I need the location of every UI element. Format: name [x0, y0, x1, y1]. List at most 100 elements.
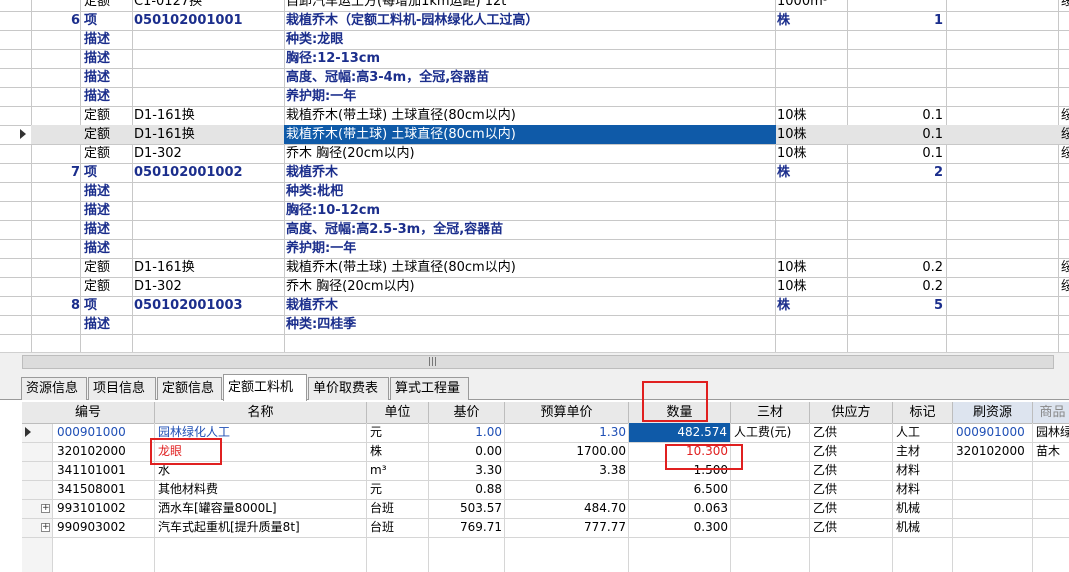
bill-cell-name[interactable]: 栽植乔木(带土球) 土球直径(80cm以内) [284, 125, 776, 144]
resource-cell-res[interactable] [956, 461, 1030, 480]
bill-cell-kind[interactable]: 定额 [84, 125, 130, 144]
bill-cell-kind[interactable]: 描述 [84, 239, 130, 258]
bill-cell-code[interactable] [134, 87, 282, 106]
bill-cell-edge[interactable]: 绥 [1061, 277, 1069, 296]
bill-cell-unit[interactable] [777, 182, 845, 201]
column-header-10[interactable]: 商品 [1033, 402, 1069, 424]
resource-cell-code[interactable]: 990903002 [57, 518, 154, 537]
bill-row[interactable]: 描述 种类:四桂季 [0, 315, 1069, 335]
bill-cell-qty[interactable] [849, 182, 943, 201]
resource-cell-base[interactable]: 0.88 [432, 480, 502, 499]
bill-cell-unit[interactable]: 株 [777, 163, 845, 182]
bill-cell-unit[interactable]: 10株 [777, 106, 845, 125]
bill-cell-edge[interactable] [1061, 220, 1069, 239]
resource-cell-qty[interactable]: 6.500 [632, 480, 728, 499]
resource-cell-supplier[interactable]: 乙供 [813, 423, 890, 442]
resource-cell-qty[interactable]: 0.063 [632, 499, 728, 518]
bill-cell-name[interactable]: 乔木 胸径(20cm以内) [286, 277, 772, 296]
resource-cell-budget[interactable]: 1700.00 [508, 442, 626, 461]
tab-1[interactable]: 项目信息 [88, 377, 156, 400]
resource-cell-goods[interactable] [1036, 499, 1069, 518]
resource-cell-mat[interactable] [734, 518, 807, 537]
bill-cell-unit[interactable]: 1000m³ [777, 0, 845, 11]
bill-cell-name[interactable]: 栽植乔木 [286, 163, 772, 182]
bill-cell-code[interactable] [134, 220, 282, 239]
resource-cell-goods[interactable] [1036, 480, 1069, 499]
resource-cell-code[interactable]: 320102000 [57, 442, 154, 461]
column-header-9[interactable]: 刷资源 [953, 402, 1033, 424]
resource-cell-goods[interactable]: 园林绿 [1036, 423, 1069, 442]
expand-icon[interactable]: + [41, 504, 50, 513]
resource-cell-mat[interactable] [734, 480, 807, 499]
column-header-6[interactable]: 三材 [731, 402, 810, 424]
bill-row[interactable]: 8 项 050102001003 栽植乔木株 5 [0, 296, 1069, 316]
bill-cell-num[interactable] [32, 258, 80, 277]
bill-cell-qty[interactable]: 0.2 [849, 277, 943, 296]
bill-cell-qty[interactable] [849, 220, 943, 239]
resource-cell-res[interactable]: 320102000 [956, 442, 1030, 461]
tab-5[interactable]: 算式工程量 [390, 377, 469, 400]
bill-cell-qty[interactable] [849, 315, 943, 334]
resource-cell-mark[interactable]: 人工 [896, 423, 950, 442]
bill-cell-qty[interactable] [849, 201, 943, 220]
bill-cell-unit[interactable] [777, 30, 845, 49]
bill-cell-edge[interactable] [1061, 30, 1069, 49]
expand-icon[interactable]: + [41, 523, 50, 532]
bill-cell-kind[interactable]: 定额 [84, 106, 130, 125]
bill-cell-code[interactable] [134, 239, 282, 258]
bill-cell-num[interactable] [32, 87, 80, 106]
bill-cell-unit[interactable] [777, 239, 845, 258]
bill-cell-num[interactable] [32, 144, 80, 163]
bill-cell-edge[interactable]: 绥 [1061, 125, 1069, 144]
tab-4[interactable]: 单价取费表 [308, 377, 389, 400]
bill-cell-name[interactable]: 栽植乔木(带土球) 土球直径(80cm以内) [286, 106, 772, 125]
resource-cell-res[interactable] [956, 480, 1030, 499]
resource-cell-supplier[interactable]: 乙供 [813, 461, 890, 480]
tab-0[interactable]: 资源信息 [21, 377, 87, 400]
bill-cell-code[interactable]: C1-0127换 [134, 0, 282, 11]
bill-cell-edge[interactable] [1061, 315, 1069, 334]
bill-cell-unit[interactable]: 株 [777, 11, 845, 30]
bill-cell-num[interactable] [32, 30, 80, 49]
bill-cell-edge[interactable] [1061, 87, 1069, 106]
bill-cell-unit[interactable] [777, 220, 845, 239]
bill-row[interactable]: 描述 胸径:12-13cm [0, 49, 1069, 69]
bill-cell-code[interactable]: D1-302 [134, 277, 282, 296]
bill-cell-kind[interactable]: 描述 [84, 30, 130, 49]
bill-cell-name[interactable]: 栽植乔木(带土球) 土球直径(80cm以内) [286, 258, 772, 277]
resource-cell-unit[interactable]: 株 [370, 442, 426, 461]
bill-row[interactable]: 描述 养护期:一年 [0, 239, 1069, 259]
resource-cell-res[interactable] [956, 518, 1030, 537]
bill-cell-code[interactable]: 050102001001 [134, 11, 282, 30]
bill-cell-code[interactable]: 050102001002 [134, 163, 282, 182]
bill-row[interactable]: 定额 D1-302 乔木 胸径(20cm以内) 10株 0.1 绥 [0, 144, 1069, 164]
bill-cell-name[interactable]: 种类:龙眼 [286, 30, 772, 49]
bill-cell-edge[interactable] [1061, 11, 1069, 30]
bill-cell-name[interactable]: 乔木 胸径(20cm以内) [286, 144, 772, 163]
bill-cell-qty[interactable] [849, 0, 943, 11]
resource-cell-supplier[interactable]: 乙供 [813, 518, 890, 537]
resource-cell-name[interactable]: 其他材料费 [158, 480, 364, 499]
bill-cell-num[interactable] [32, 277, 80, 296]
bill-cell-qty[interactable]: 0.1 [849, 144, 943, 163]
bill-cell-qty[interactable] [849, 87, 943, 106]
bill-cell-num[interactable] [32, 106, 80, 125]
bill-cell-edge[interactable] [1061, 296, 1069, 315]
bill-cell-unit[interactable]: 10株 [777, 144, 845, 163]
bill-cell-kind[interactable]: 定额 [84, 144, 130, 163]
bill-cell-name[interactable]: 高度、冠幅:高2.5-3m，全冠,容器苗 [286, 220, 772, 239]
resource-cell-code[interactable]: 341101001 [57, 461, 154, 480]
column-header-1[interactable]: 名称 [155, 402, 367, 424]
resource-cell-mark[interactable]: 主材 [896, 442, 950, 461]
bill-cell-unit[interactable]: 株 [777, 296, 845, 315]
bill-cell-name[interactable]: 自卸汽车运土方(每增加1km运距) 12t [286, 0, 772, 11]
bill-cell-edge[interactable] [1061, 49, 1069, 68]
bill-cell-kind[interactable]: 定额 [84, 258, 130, 277]
bill-cell-code[interactable] [134, 315, 282, 334]
bill-cell-name[interactable]: 种类:枇杷 [286, 182, 772, 201]
bill-cell-num[interactable]: 7 [32, 163, 80, 182]
bill-cell-num[interactable] [32, 220, 80, 239]
resource-cell-budget[interactable]: 3.38 [508, 461, 626, 480]
column-header-7[interactable]: 供应方 [810, 402, 893, 424]
resource-cell-supplier[interactable]: 乙供 [813, 480, 890, 499]
